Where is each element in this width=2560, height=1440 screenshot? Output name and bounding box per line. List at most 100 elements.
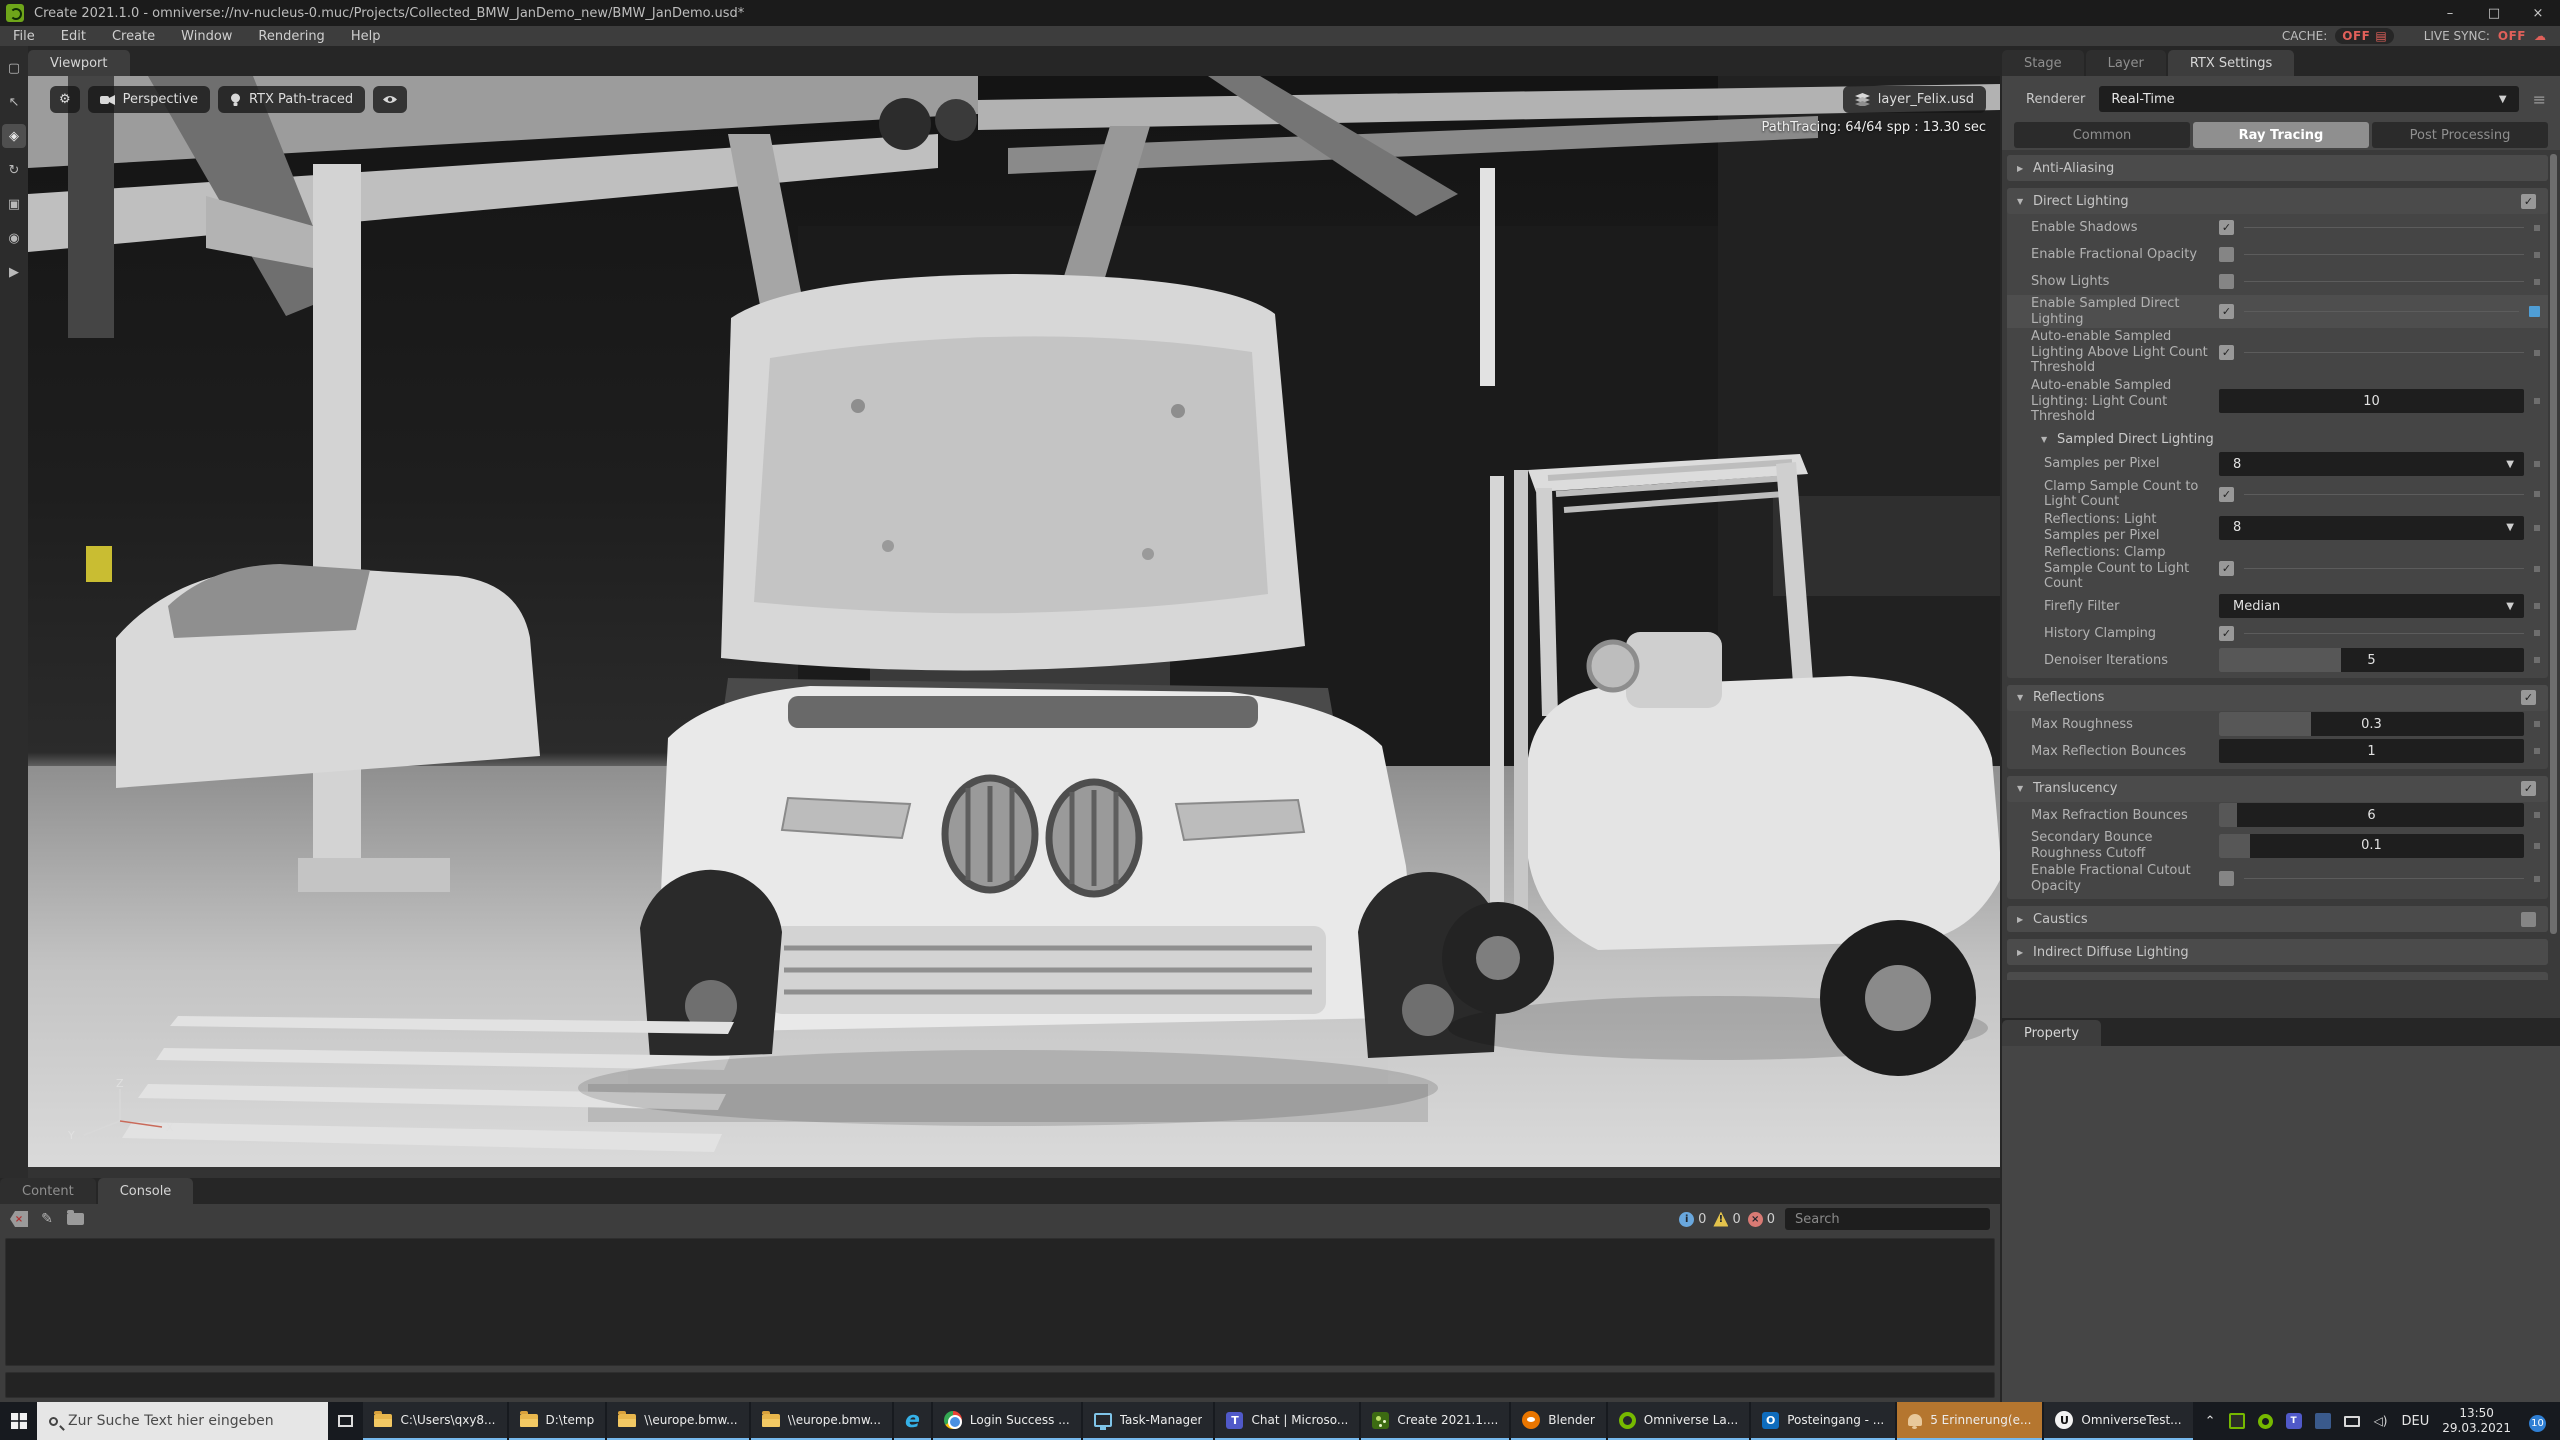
visibility-button[interactable] <box>373 86 407 113</box>
section-header[interactable]: ▼Reflections✓ <box>2007 685 2548 711</box>
reset-indicator[interactable] <box>2534 721 2540 727</box>
tab-layer[interactable]: Layer <box>2086 50 2166 76</box>
taskbar-item-folder[interactable]: C:\Users\qxy8... <box>363 1402 506 1440</box>
reset-indicator[interactable] <box>2534 491 2540 497</box>
nvidia-tray-icon[interactable] <box>2229 1413 2245 1429</box>
section-checkbox[interactable]: ✓ <box>2521 781 2536 796</box>
menu-edit[interactable]: Edit <box>48 26 99 46</box>
renderer-menu-icon[interactable]: ≡ <box>2533 90 2546 109</box>
network-display-icon[interactable] <box>2344 1416 2360 1427</box>
snapshot-tool[interactable]: ▣ <box>2 192 26 216</box>
cache-toggle[interactable]: OFF ▤ <box>2335 28 2393 44</box>
checkbox[interactable]: ✓ <box>2219 561 2234 576</box>
clock[interactable]: 13:50 29.03.2021 <box>2442 1406 2511 1436</box>
start-button[interactable] <box>0 1402 37 1440</box>
taskbar-item-bell[interactable]: 5 Erinnerung(e... <box>1897 1402 2042 1440</box>
section-header[interactable]: ▶Caustics <box>2007 906 2548 932</box>
reset-indicator[interactable] <box>2534 603 2540 609</box>
reset-indicator[interactable] <box>2534 461 2540 467</box>
slider[interactable]: 6 <box>2219 803 2524 827</box>
minimize-button[interactable]: – <box>2428 0 2472 26</box>
reset-indicator[interactable] <box>2534 525 2540 531</box>
checkbox[interactable] <box>2219 871 2234 886</box>
section-header[interactable]: ▶Anti-Aliasing <box>2007 155 2548 181</box>
slider[interactable]: 1 <box>2219 739 2524 763</box>
info-counter[interactable]: i0 <box>1679 1212 1706 1227</box>
menu-file[interactable]: File <box>0 26 48 46</box>
console-search-input[interactable] <box>1785 1208 1990 1230</box>
menu-window[interactable]: Window <box>168 26 245 46</box>
volume-icon[interactable]: ◁) <box>2373 1413 2389 1429</box>
task-view-button[interactable] <box>328 1402 363 1440</box>
modified-indicator[interactable] <box>2529 306 2540 317</box>
reset-indicator[interactable] <box>2534 812 2540 818</box>
render-mode-button[interactable]: RTX Path-traced <box>218 86 365 113</box>
tab-content[interactable]: Content <box>0 1178 96 1204</box>
mode-post-processing[interactable]: Post Processing <box>2372 122 2548 148</box>
edit-log-icon[interactable]: ✎ <box>38 1211 56 1227</box>
section-header[interactable]: ▶Indirect Diffuse Lighting <box>2007 939 2548 965</box>
live-sync-value[interactable]: OFF <box>2498 29 2526 43</box>
menu-help[interactable]: Help <box>338 26 394 46</box>
tab-rtx-settings[interactable]: RTX Settings <box>2168 50 2294 76</box>
taskbar-search[interactable] <box>37 1402 328 1440</box>
play-tool[interactable]: ▶ <box>2 260 26 284</box>
reset-indicator[interactable] <box>2534 566 2540 572</box>
value-field[interactable]: 10 <box>2219 389 2524 413</box>
tab-property[interactable]: Property <box>2002 1020 2101 1046</box>
reset-indicator[interactable] <box>2534 225 2540 231</box>
tray-chevron-up-icon[interactable]: ⌃ <box>2205 1414 2216 1429</box>
subsection-header[interactable]: ▼Sampled Direct Lighting <box>2007 426 2548 451</box>
taskbar-item-taskmgr[interactable]: Task-Manager <box>1083 1402 1214 1440</box>
reset-indicator[interactable] <box>2534 252 2540 258</box>
slider[interactable]: 0.1 <box>2219 834 2524 858</box>
taskbar-item-launcher[interactable]: Omniverse La... <box>1608 1402 1749 1440</box>
dropdown[interactable]: 8▼ <box>2219 516 2524 540</box>
taskbar-item-create[interactable]: Create 2021.1.... <box>1361 1402 1509 1440</box>
taskbar-item-folder[interactable]: D:\temp <box>509 1402 606 1440</box>
warning-counter[interactable]: !0 <box>1713 1212 1740 1227</box>
reset-indicator[interactable] <box>2534 350 2540 356</box>
tab-viewport[interactable]: Viewport <box>28 50 130 76</box>
reset-indicator[interactable] <box>2534 398 2540 404</box>
taskbar-item-teams[interactable]: Chat | Microso... <box>1215 1402 1359 1440</box>
reset-indicator[interactable] <box>2534 843 2540 849</box>
taskbar-item-outlook[interactable]: Posteingang - ... <box>1751 1402 1895 1440</box>
reset-indicator[interactable] <box>2534 748 2540 754</box>
error-counter[interactable]: ×0 <box>1748 1212 1775 1227</box>
layer-badge[interactable]: layer_Felix.usd <box>1843 86 1986 113</box>
camera-mode-button[interactable]: Perspective <box>88 86 210 113</box>
app-tray-icon[interactable] <box>2315 1413 2331 1429</box>
checkbox[interactable]: ✓ <box>2219 626 2234 641</box>
mode-ray-tracing[interactable]: Ray Tracing <box>2193 122 2369 148</box>
dropdown[interactable]: 8▼ <box>2219 452 2524 476</box>
section-checkbox[interactable]: ✓ <box>2521 194 2536 209</box>
cursor-tool[interactable]: ↖ <box>2 90 26 114</box>
keyboard-language[interactable]: DEU <box>2402 1414 2430 1429</box>
notification-center-button[interactable]: 10 <box>2524 1408 2550 1434</box>
section-checkbox[interactable]: ✓ <box>2521 690 2536 705</box>
section-checkbox[interactable] <box>2521 912 2536 927</box>
omniverse-tray-icon[interactable] <box>2258 1414 2273 1429</box>
section-header[interactable]: ▼Direct Lighting✓ <box>2007 188 2548 214</box>
checkbox[interactable]: ✓ <box>2219 345 2234 360</box>
reset-indicator[interactable] <box>2534 630 2540 636</box>
settings-scrollbar[interactable] <box>2550 154 2557 934</box>
mode-common[interactable]: Common <box>2014 122 2190 148</box>
checkbox[interactable] <box>2219 247 2234 262</box>
taskbar-item-unreal[interactable]: OmniverseTest... <box>2044 1402 2192 1440</box>
renderer-dropdown[interactable]: Real-Time ▼ <box>2099 86 2518 112</box>
console-log-area[interactable] <box>5 1238 1995 1366</box>
tab-console[interactable]: Console <box>98 1178 194 1204</box>
taskbar-item-folder[interactable]: \\europe.bmw... <box>751 1402 892 1440</box>
taskbar-item-blender[interactable]: Blender <box>1511 1402 1606 1440</box>
taskbar-item-ie[interactable] <box>894 1402 931 1440</box>
open-log-folder-icon[interactable] <box>67 1213 84 1225</box>
dropdown[interactable]: Median▼ <box>2219 594 2524 618</box>
viewport-3d-scene[interactable]: ⚙ Perspective RTX Path-traced <box>28 76 2000 1167</box>
taskbar-item-folder[interactable]: \\europe.bmw... <box>607 1402 748 1440</box>
reset-indicator[interactable] <box>2534 657 2540 663</box>
maximize-button[interactable]: □ <box>2472 0 2516 26</box>
tab-stage[interactable]: Stage <box>2002 50 2084 76</box>
menu-create[interactable]: Create <box>99 26 168 46</box>
